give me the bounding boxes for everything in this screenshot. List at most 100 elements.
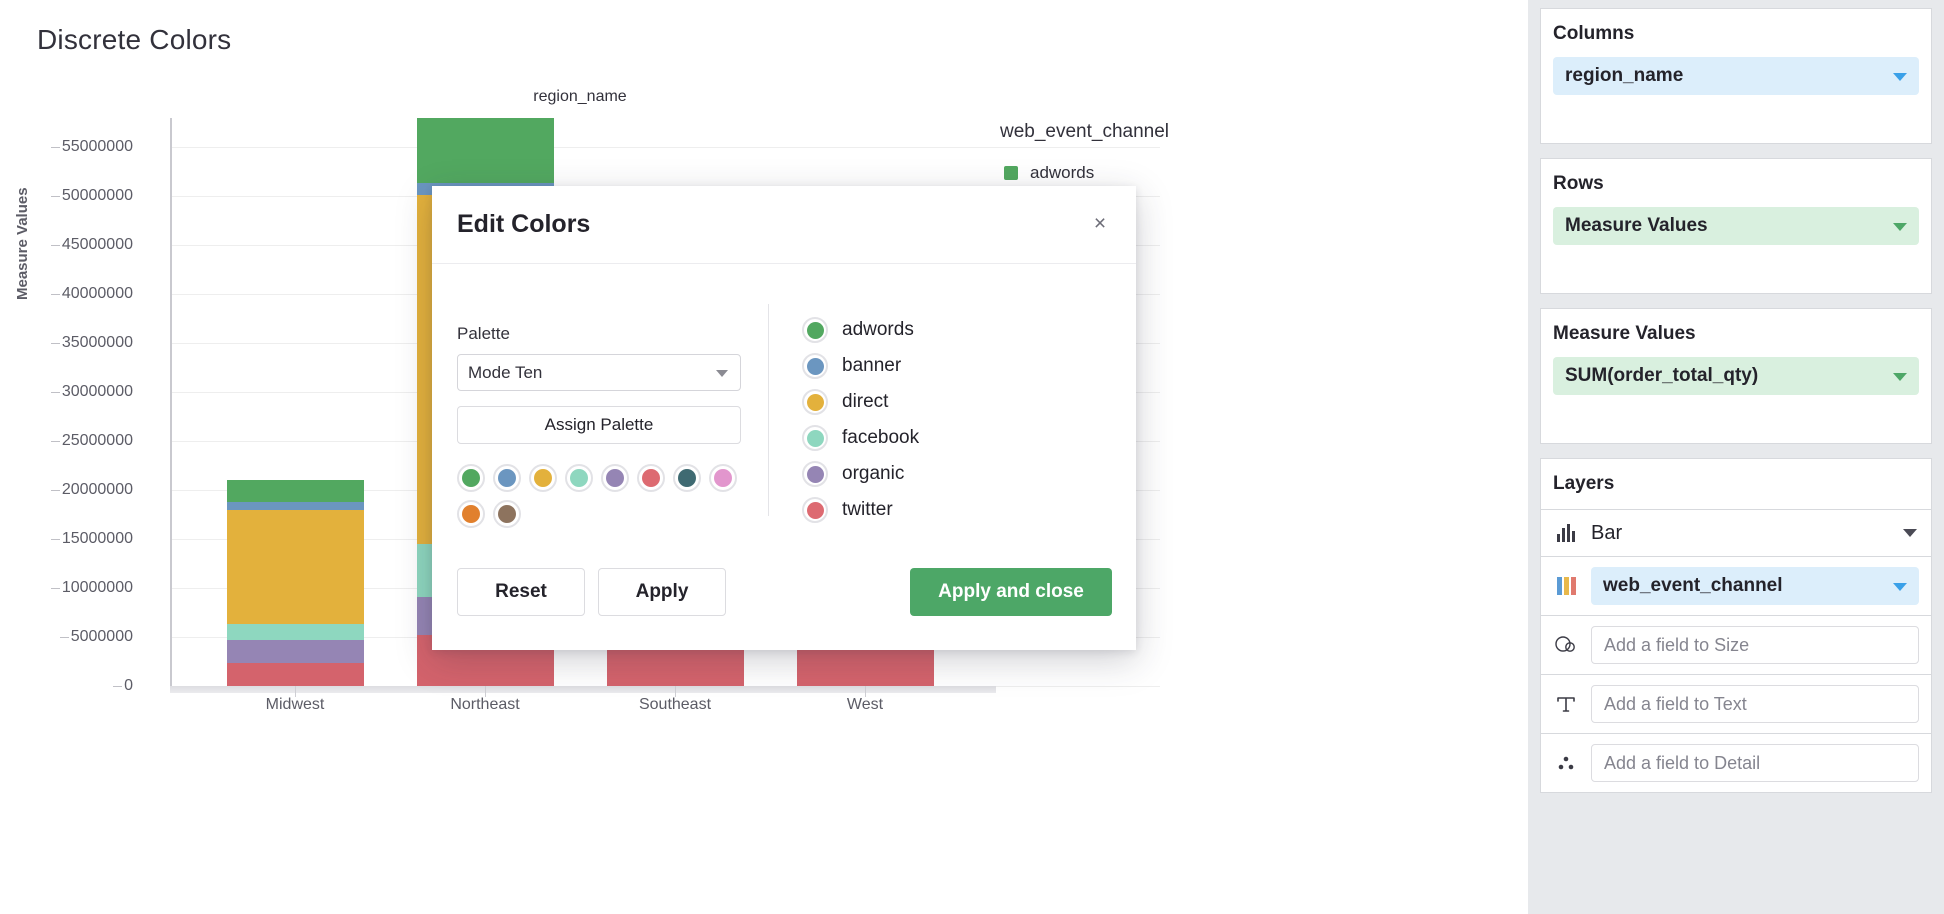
rows-field-pill[interactable]: Measure Values <box>1553 207 1919 245</box>
legend-item-adwords[interactable]: adwords <box>802 312 919 348</box>
legend-item-label: banner <box>842 355 902 376</box>
columns-drop-zone[interactable] <box>1553 95 1919 129</box>
x-tick-mark <box>295 686 296 697</box>
chevron-down-icon <box>1893 583 1907 591</box>
bar-segment-facebook[interactable] <box>226 624 364 640</box>
bar-segment-adwords[interactable] <box>226 480 364 502</box>
layers-panel-title: Layers <box>1541 459 1931 510</box>
measure-values-panel: Measure Values SUM(order_total_qty) <box>1540 308 1932 444</box>
palette-swatch-yellow[interactable] <box>529 464 557 492</box>
layer-text-row[interactable]: Add a field to Text <box>1541 675 1931 734</box>
measure-values-field-pill[interactable]: SUM(order_total_qty) <box>1553 357 1919 395</box>
palette-swatch-dark-teal[interactable] <box>673 464 701 492</box>
apply-and-close-button[interactable]: Apply and close <box>910 568 1112 616</box>
dialog-title: Edit Colors <box>457 210 591 238</box>
legend-item-facebook[interactable]: facebook <box>802 420 919 456</box>
chevron-down-icon <box>716 370 728 377</box>
layer-color-field-pill[interactable]: web_event_channel <box>1591 567 1919 605</box>
swatch-color-icon <box>606 469 624 487</box>
chevron-down-icon <box>1893 223 1907 231</box>
legend-item-direct[interactable]: direct <box>802 384 919 420</box>
color-legend-list: adwords banner direct facebook organic twitte… <box>802 312 919 528</box>
palette-select[interactable]: Mode Ten <box>457 354 741 391</box>
measure-values-drop-zone[interactable] <box>1553 395 1919 429</box>
swatch-color-icon <box>678 469 696 487</box>
palette-swatch-brown[interactable] <box>493 500 521 528</box>
gridline <box>172 147 1160 149</box>
x-tick-label: Midwest <box>265 696 325 713</box>
layer-mark-type-row[interactable]: Bar <box>1541 510 1931 557</box>
tick-mark <box>50 294 60 296</box>
y-tick-label: 5000000 <box>59 628 133 646</box>
legend-item-label: organic <box>842 463 905 484</box>
rows-drop-zone[interactable] <box>1553 245 1919 279</box>
y-tick-label: 0 <box>113 677 133 695</box>
text-field-input[interactable]: Add a field to Text <box>1591 685 1919 723</box>
palette-swatch-pink[interactable] <box>709 464 737 492</box>
tick-mark <box>59 637 69 639</box>
chevron-down-icon <box>1893 73 1907 81</box>
legend-item-label: adwords <box>842 319 914 340</box>
tick-mark <box>50 245 60 247</box>
palette-swatch-purple[interactable] <box>601 464 629 492</box>
columns-panel-title: Columns <box>1553 23 1635 44</box>
rows-panel-title: Rows <box>1553 173 1604 194</box>
swatch-color-icon <box>570 469 588 487</box>
y-axis-title: Measure Values <box>14 187 31 300</box>
x-tick-mark <box>675 686 676 697</box>
legend-color-picker-icon[interactable] <box>802 497 828 523</box>
close-icon[interactable]: × <box>1088 212 1112 236</box>
palette-select-value: Mode Ten <box>468 362 543 382</box>
legend-color-dot-icon <box>806 429 824 447</box>
bar-segment-twitter[interactable] <box>606 643 744 686</box>
palette-swatch-green[interactable] <box>457 464 485 492</box>
palette-swatch-red[interactable] <box>637 464 665 492</box>
dialog-footer: Reset Apply Apply and close <box>432 554 1136 650</box>
legend-color-dot-icon <box>806 465 824 483</box>
legend-item-label: twitter <box>842 499 893 520</box>
bar-segment-organic[interactable] <box>226 639 364 664</box>
detail-field-input[interactable]: Add a field to Detail <box>1591 744 1919 782</box>
legend-color-picker-icon[interactable] <box>802 389 828 415</box>
layer-size-row[interactable]: Add a field to Size <box>1541 616 1931 675</box>
layer-color-row[interactable]: web_event_channel <box>1541 557 1931 616</box>
vertical-divider <box>768 304 769 516</box>
assign-palette-button[interactable]: Assign Palette <box>457 406 741 444</box>
bar-segment-banner[interactable] <box>226 501 364 510</box>
legend-item-banner[interactable]: banner <box>802 348 919 384</box>
y-tick-label: 25000000 <box>50 432 133 450</box>
palette-swatch-orange[interactable] <box>457 500 485 528</box>
rows-panel: Rows Measure Values <box>1540 158 1932 294</box>
swatch-color-icon <box>714 469 732 487</box>
legend-item-twitter[interactable]: twitter <box>802 492 919 528</box>
columns-panel: Columns region_name <box>1540 8 1932 144</box>
x-tick-label: Northeast <box>450 696 520 713</box>
legend-color-dot-icon <box>806 357 824 375</box>
legend-color-picker-icon[interactable] <box>802 317 828 343</box>
size-field-input[interactable]: Add a field to Size <box>1591 626 1919 664</box>
legend-color-picker-icon[interactable] <box>802 353 828 379</box>
legend-color-picker-icon[interactable] <box>802 461 828 487</box>
apply-button[interactable]: Apply <box>598 568 726 616</box>
chevron-down-icon <box>1903 529 1917 537</box>
swatch-color-icon <box>642 469 660 487</box>
dialog-body: Palette Mode Ten Assign Palette adwords b… <box>432 264 1136 554</box>
bar-segment-adwords[interactable] <box>416 118 554 183</box>
palette-label: Palette <box>457 324 510 343</box>
palette-swatch-mint[interactable] <box>565 464 593 492</box>
columns-field-label: region_name <box>533 88 627 105</box>
bar-segment-twitter[interactable] <box>226 663 364 686</box>
x-tick-mark <box>485 686 486 697</box>
bar-stack-midwest[interactable] <box>226 480 364 686</box>
layer-detail-row[interactable]: Add a field to Detail <box>1541 734 1931 792</box>
x-tick-label: Southeast <box>638 696 712 713</box>
palette-swatch-blue[interactable] <box>493 464 521 492</box>
reset-button[interactable]: Reset <box>457 568 585 616</box>
legend-item-label: direct <box>842 391 889 412</box>
legend-color-picker-icon[interactable] <box>802 425 828 451</box>
legend-item-organic[interactable]: organic <box>802 456 919 492</box>
tick-mark <box>50 392 60 394</box>
columns-field-pill[interactable]: region_name <box>1553 57 1919 95</box>
bar-segment-direct[interactable] <box>226 509 364 625</box>
x-axis-baseline <box>170 686 996 693</box>
